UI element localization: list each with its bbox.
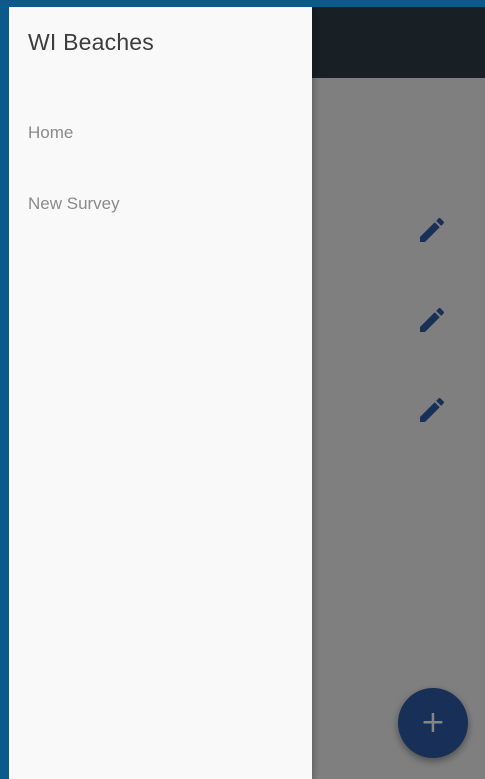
app-viewport: + WI Beaches Home New Survey <box>9 7 485 779</box>
drawer-item-label: New Survey <box>28 194 120 213</box>
drawer-item-home[interactable]: Home <box>9 109 312 157</box>
navigation-drawer: WI Beaches Home New Survey <box>9 7 312 779</box>
drawer-item-new-survey[interactable]: New Survey <box>9 180 312 228</box>
drawer-title: WI Beaches <box>28 29 154 55</box>
drawer-item-label: Home <box>28 123 74 142</box>
